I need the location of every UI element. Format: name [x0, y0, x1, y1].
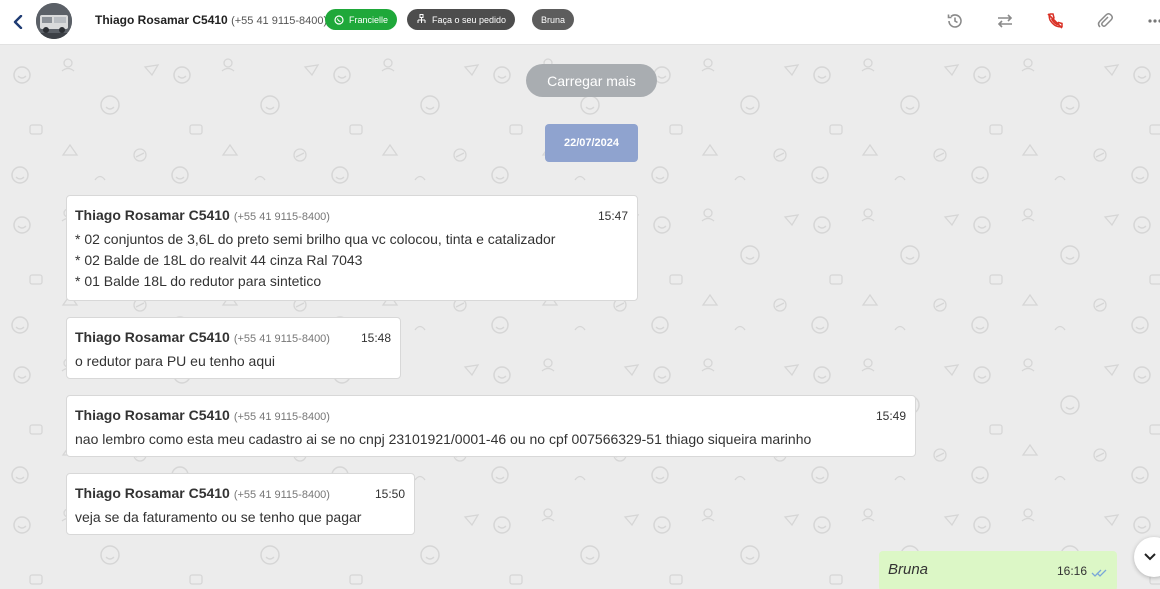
- message-time: 15:48: [360, 331, 391, 345]
- message-header: Thiago Rosamar C5410 (+55 41 9115-8400): [75, 206, 629, 226]
- sender-name: Thiago Rosamar C5410: [75, 329, 230, 345]
- message-time: 15:49: [875, 409, 906, 423]
- tag-label: Francielle: [349, 14, 389, 25]
- sender-name: Thiago Rosamar C5410: [75, 485, 230, 501]
- tag-francielle[interactable]: Francielle: [325, 9, 398, 30]
- tag-label: Faça o seu pedido: [432, 14, 507, 25]
- double-check-icon: [1091, 565, 1107, 583]
- message-text: * 01 Balde 18L do redutor para sintetico: [75, 273, 322, 289]
- sender-name: Thiago Rosamar C5410: [75, 407, 230, 423]
- message-header: Thiago Rosamar C5410 (+55 41 9115-8400): [75, 328, 392, 348]
- message-bubble[interactable]: Thiago Rosamar C5410 (+55 41 9115-8400) 1…: [66, 195, 638, 301]
- chat-header: Thiago Rosamar C5410 (+55 41 9115-8400) …: [0, 0, 1160, 45]
- date-separator: 22/07/2024: [545, 124, 638, 162]
- sender-name: Thiago Rosamar C5410: [75, 207, 230, 223]
- tag-label: Bruna: [541, 14, 566, 25]
- message-text: * 02 conjuntos de 3,6L do preto semi bri…: [75, 231, 556, 247]
- transfer-icon[interactable]: [994, 10, 1016, 32]
- end-call-icon[interactable]: [1044, 10, 1066, 32]
- message-text: * 02 Balde de 18L do realvit 44 cinza Ra…: [75, 252, 363, 268]
- outgoing-sender-name: Bruna: [888, 561, 929, 578]
- message-bubble[interactable]: Thiago Rosamar C5410 (+55 41 9115-8400) 1…: [66, 395, 916, 457]
- back-arrow-icon[interactable]: [8, 10, 28, 34]
- sender-phone: (+55 41 9115-8400): [233, 333, 330, 345]
- whatsapp-icon: [334, 14, 344, 25]
- message-time: 15:50: [374, 487, 405, 501]
- outgoing-message-bubble[interactable]: Bruna 16:16: [879, 551, 1117, 589]
- message-text: nao lembro como esta meu cadastro ai se …: [75, 431, 812, 447]
- message-time: 16:16: [1056, 564, 1087, 578]
- tag-faca-pedido[interactable]: Faça o seu pedido: [407, 9, 516, 30]
- tag-bruna[interactable]: Bruna: [532, 9, 575, 30]
- message-bubble[interactable]: Thiago Rosamar C5410 (+55 41 9115-8400) 1…: [66, 473, 415, 535]
- message-bubble[interactable]: Thiago Rosamar C5410 (+55 41 9115-8400) 1…: [66, 317, 401, 379]
- message-header: Thiago Rosamar C5410 (+55 41 9115-8400): [75, 406, 907, 426]
- chevron-down-icon: [1144, 553, 1156, 561]
- message-header: Thiago Rosamar C5410 (+55 41 9115-8400): [75, 484, 406, 504]
- sender-phone: (+55 41 9115-8400): [233, 211, 330, 223]
- contact-title: Thiago Rosamar C5410 (+55 41 9115-8400): [95, 13, 327, 27]
- message-text: o redutor para PU eu tenho aqui: [75, 353, 276, 369]
- flow-icon: [417, 14, 426, 23]
- more-icon[interactable]: [1144, 10, 1160, 32]
- sender-phone: (+55 41 9115-8400): [233, 411, 330, 423]
- contact-name: Thiago Rosamar C5410: [95, 13, 228, 27]
- avatar[interactable]: [36, 3, 72, 39]
- history-icon[interactable]: [944, 10, 966, 32]
- attach-icon[interactable]: [1094, 10, 1116, 32]
- sender-phone: (+55 41 9115-8400): [233, 489, 330, 501]
- message-time: 15:47: [597, 209, 628, 223]
- load-more-button[interactable]: Carregar mais: [526, 64, 657, 97]
- contact-phone: (+55 41 9115-8400): [231, 15, 328, 27]
- message-text: veja se da faturamento ou se tenho que p…: [75, 509, 362, 525]
